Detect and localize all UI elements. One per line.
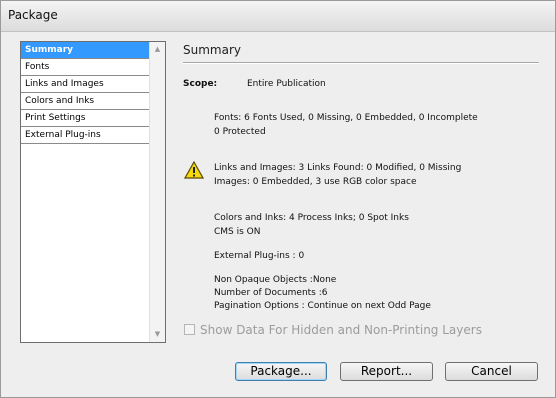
package-dialog: Package Summary Fonts Links and Images C… bbox=[0, 0, 556, 398]
section-heading: Summary bbox=[183, 43, 241, 57]
links-summary-line1: Links and Images: 3 Links Found: 0 Modif… bbox=[214, 163, 462, 173]
sidebar-item-colors-and-inks[interactable]: Colors and Inks bbox=[21, 93, 151, 110]
package-button[interactable]: Package... bbox=[235, 362, 327, 381]
plugins-summary: External Plug-ins : 0 bbox=[214, 251, 305, 261]
sidebar-item-print-settings[interactable]: Print Settings bbox=[21, 110, 151, 127]
window-title: Package bbox=[8, 8, 58, 22]
links-summary-line2: Images: 0 Embedded, 3 use RGB color spac… bbox=[214, 177, 417, 187]
fonts-summary-line1: Fonts: 6 Fonts Used, 0 Missing, 0 Embedd… bbox=[214, 113, 478, 123]
list-scrollbar[interactable]: ▲ ▼ bbox=[149, 42, 165, 342]
title-bar: Package bbox=[1, 1, 555, 32]
number-of-documents: Number of Documents :6 bbox=[214, 288, 328, 298]
sidebar-item-summary[interactable]: Summary bbox=[21, 42, 151, 59]
warning-triangle-icon bbox=[184, 161, 204, 179]
scroll-down-arrow-icon[interactable]: ▼ bbox=[150, 327, 165, 342]
show-hidden-layers-label: Show Data For Hidden and Non-Printing La… bbox=[200, 323, 482, 337]
sidebar-item-links-and-images[interactable]: Links and Images bbox=[21, 76, 151, 93]
colors-summary-line2: CMS is ON bbox=[214, 227, 261, 237]
scroll-up-arrow-icon[interactable]: ▲ bbox=[150, 42, 165, 57]
sidebar-item-fonts[interactable]: Fonts bbox=[21, 59, 151, 76]
category-list[interactable]: Summary Fonts Links and Images Colors an… bbox=[20, 41, 166, 343]
fonts-summary-line2: 0 Protected bbox=[214, 127, 266, 137]
sidebar-item-external-plug-ins[interactable]: External Plug-ins bbox=[21, 127, 151, 144]
scope-value: Entire Publication bbox=[247, 79, 326, 89]
report-button[interactable]: Report... bbox=[340, 362, 433, 381]
heading-divider bbox=[183, 62, 539, 64]
scope-label: Scope: bbox=[183, 79, 218, 89]
non-opaque-objects: Non Opaque Objects :None bbox=[214, 275, 337, 285]
colors-summary-line1: Colors and Inks: 4 Process Inks; 0 Spot … bbox=[214, 213, 409, 223]
cancel-button[interactable]: Cancel bbox=[445, 362, 538, 381]
show-hidden-layers-checkbox[interactable] bbox=[184, 324, 195, 335]
pagination-options: Pagination Options : Continue on next Od… bbox=[214, 301, 431, 311]
